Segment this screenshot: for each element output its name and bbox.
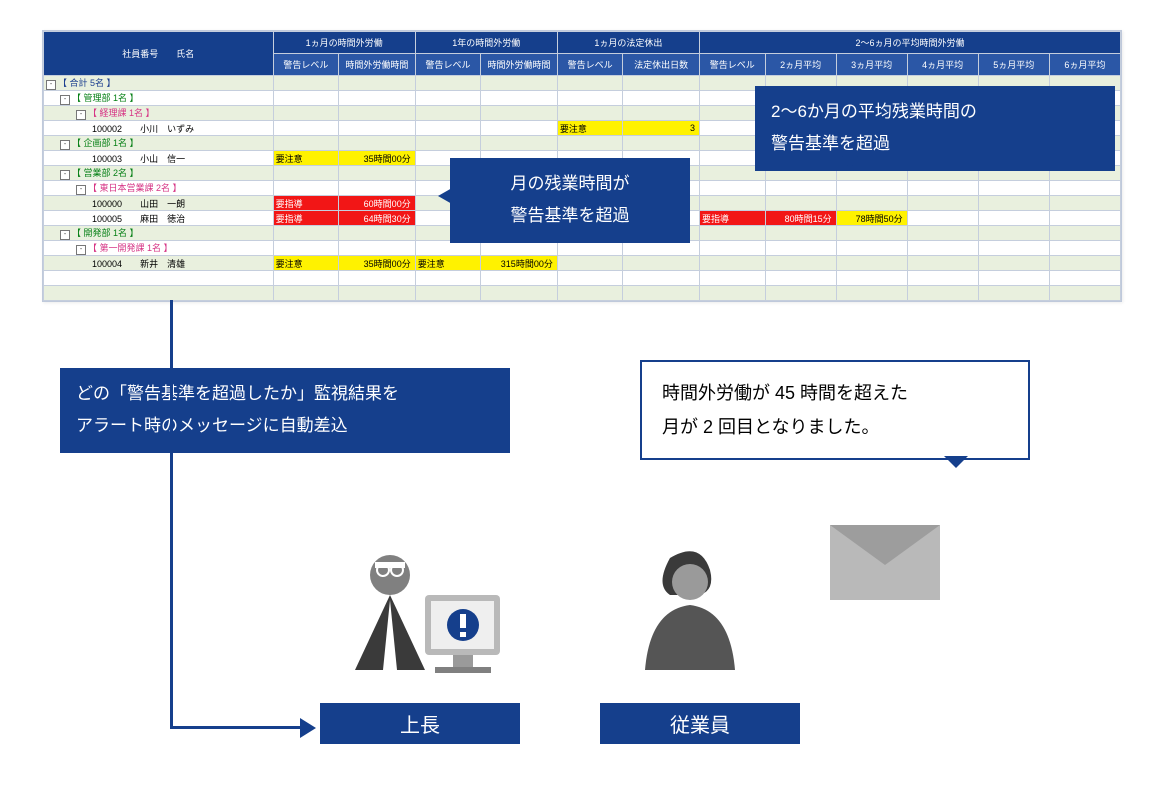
th-c7: 警告レベル bbox=[699, 54, 765, 76]
row-higashi: -【 東日本営業課 2名 】 bbox=[44, 181, 274, 196]
collapse-icon[interactable]: - bbox=[60, 170, 70, 180]
row-kaihatsu: -【 開発部 1名 】 bbox=[44, 226, 274, 241]
cell-emp1-days: 3 bbox=[623, 121, 700, 136]
flow-line-vertical bbox=[170, 300, 173, 728]
callout-auto-insert: どの「警告基準を超過したか」監視結果を アラート時のメッセージに自動差込 bbox=[60, 368, 510, 453]
callout-avg-overtime: 2〜6か月の平均残業時間の 警告基準を超過 bbox=[755, 86, 1115, 171]
speech-alert-message: 時間外労働が 45 時間を超えた 月が 2 回目となりました。 bbox=[640, 360, 1030, 460]
mail-icon bbox=[830, 525, 940, 600]
row-emp2: 100003 小山 信一 bbox=[44, 151, 274, 166]
row-emp5: 100004 新井 清雄 bbox=[44, 256, 274, 271]
th-c6: 法定休出日数 bbox=[623, 54, 700, 76]
th-c9: 3ヵ月平均 bbox=[836, 54, 907, 76]
cell-emp4-lv1: 要指導 bbox=[273, 211, 339, 226]
arrow-right-icon bbox=[300, 718, 316, 738]
th-employee: 社員番号 氏名 bbox=[44, 32, 274, 76]
cell-emp4-m2: 80時間15分 bbox=[765, 211, 836, 226]
callout-avg-tip-icon bbox=[840, 152, 860, 170]
row-emp3: 100000 山田 一朗 bbox=[44, 196, 274, 211]
collapse-icon[interactable]: - bbox=[60, 140, 70, 150]
row-total: -【 合計 5名 】 bbox=[44, 76, 274, 91]
collapse-icon[interactable]: - bbox=[46, 80, 56, 90]
cell-emp1-lv3: 要注意 bbox=[557, 121, 623, 136]
th-c5: 警告レベル bbox=[557, 54, 623, 76]
row-emp1: 100002 小川 いずみ bbox=[44, 121, 274, 136]
cell-emp5-h1: 35時間00分 bbox=[339, 256, 416, 271]
th-year-ot: 1年の時間外労働 bbox=[415, 32, 557, 54]
collapse-icon[interactable]: - bbox=[60, 230, 70, 240]
callout-month-overtime: 月の残業時間が 警告基準を超過 bbox=[450, 158, 690, 243]
th-holiday: 1ヵ月の法定休出 bbox=[557, 32, 699, 54]
collapse-icon[interactable]: - bbox=[76, 245, 86, 255]
label-boss: 上長 bbox=[320, 703, 520, 744]
collapse-icon[interactable]: - bbox=[60, 95, 70, 105]
collapse-icon[interactable]: - bbox=[76, 185, 86, 195]
th-c11: 5ヵ月平均 bbox=[978, 54, 1049, 76]
row-eigyo: -【 営業部 2名 】 bbox=[44, 166, 274, 181]
th-c3: 警告レベル bbox=[415, 54, 481, 76]
actor-employee: 従業員 bbox=[600, 540, 800, 744]
cell-emp5-lv2: 要注意 bbox=[415, 256, 481, 271]
cell-emp3-lv1: 要指導 bbox=[273, 196, 339, 211]
cell-emp4-lv4: 要指導 bbox=[699, 211, 765, 226]
row-emp4: 100005 麻田 徳治 bbox=[44, 211, 274, 226]
th-month-ot: 1ヵ月の時間外労働 bbox=[273, 32, 415, 54]
row-kikaku: -【 企画部 1名 】 bbox=[44, 136, 274, 151]
th-c2: 時間外労働時間 bbox=[339, 54, 416, 76]
employee-icon bbox=[615, 540, 785, 690]
cell-emp4-h1: 64時間30分 bbox=[339, 211, 416, 226]
actor-boss: 上長 bbox=[320, 540, 520, 744]
th-c8: 2ヵ月平均 bbox=[765, 54, 836, 76]
row-keiri: -【 経理課 1名 】 bbox=[44, 106, 274, 121]
cell-emp5-h2: 315時間00分 bbox=[481, 256, 558, 271]
label-employee: 従業員 bbox=[600, 703, 800, 744]
th-c4: 時間外労働時間 bbox=[481, 54, 558, 76]
cell-emp5-lv1: 要注意 bbox=[273, 256, 339, 271]
flow-line-horizontal bbox=[170, 726, 300, 729]
cell-emp2-h1: 35時間00分 bbox=[339, 151, 416, 166]
cell-emp3-h1: 60時間00分 bbox=[339, 196, 416, 211]
row-dai1: -【 第一開発課 1名 】 bbox=[44, 241, 274, 256]
boss-with-monitor-icon bbox=[335, 540, 505, 690]
callout-month-tip-icon bbox=[438, 188, 452, 204]
th-c12: 6ヵ月平均 bbox=[1049, 54, 1120, 76]
cell-emp4-m3: 78時間50分 bbox=[836, 211, 907, 226]
th-c10: 4ヵ月平均 bbox=[907, 54, 978, 76]
cell-emp2-lv1: 要注意 bbox=[273, 151, 339, 166]
th-avg-ot: 2～6ヵ月の平均時間外労働 bbox=[699, 32, 1120, 54]
row-kanri: -【 管理部 1名 】 bbox=[44, 91, 274, 106]
th-c1: 警告レベル bbox=[273, 54, 339, 76]
collapse-icon[interactable]: - bbox=[76, 110, 86, 120]
